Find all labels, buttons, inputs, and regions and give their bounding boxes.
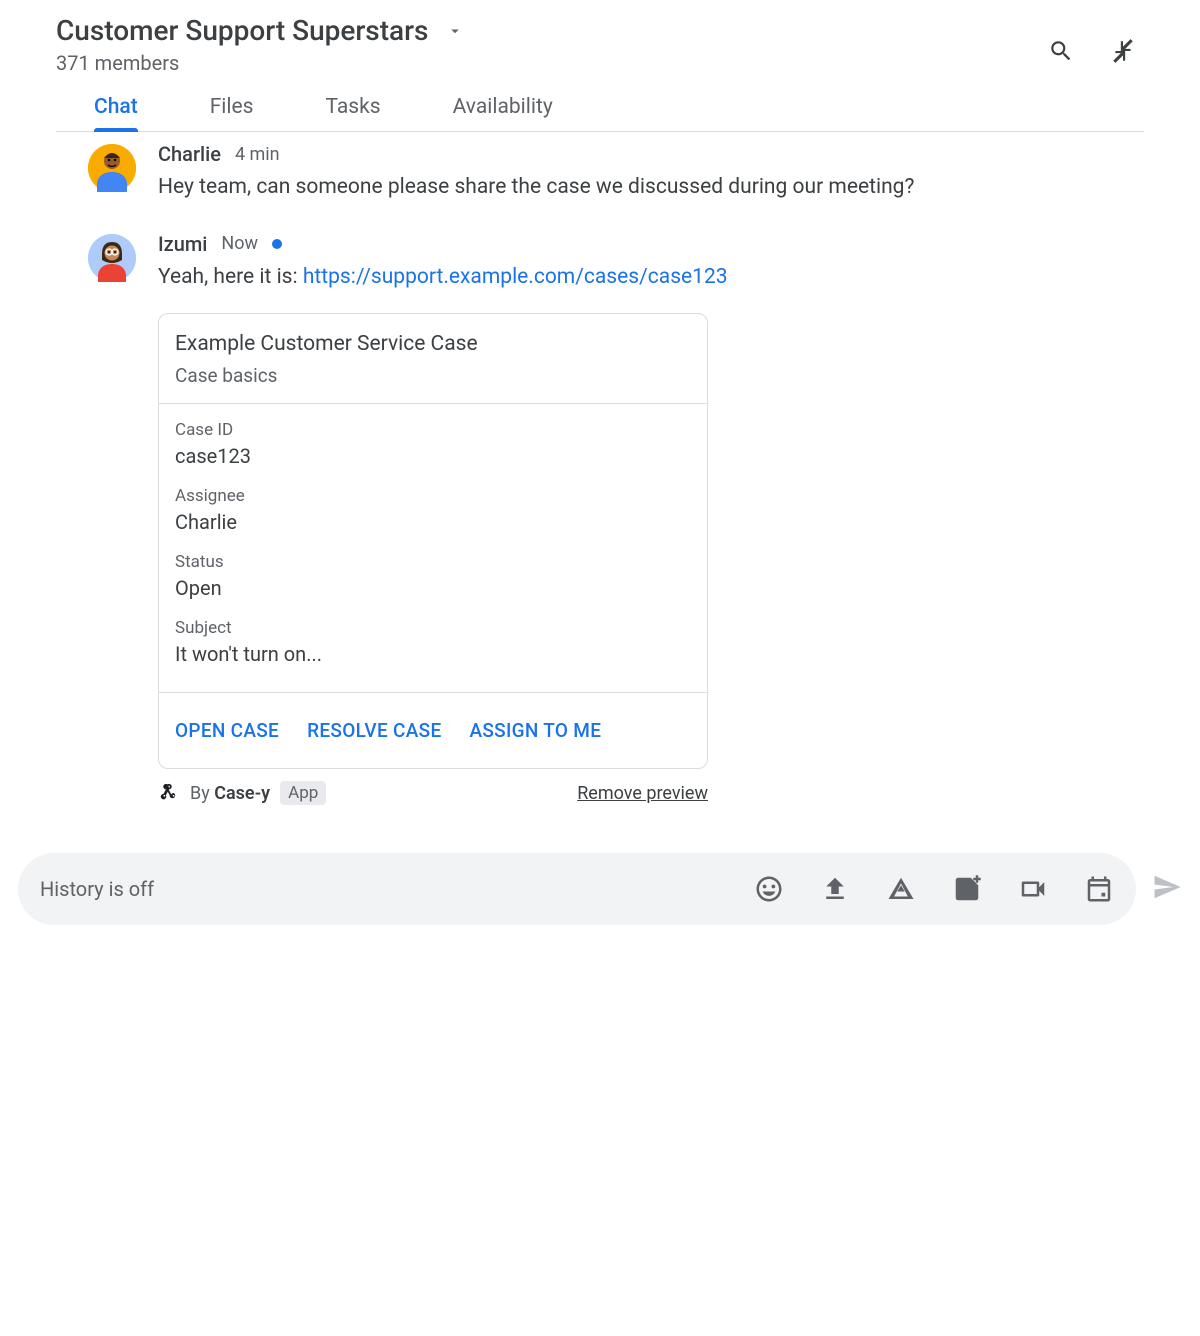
message: Izumi Now Yeah, here it is: https://supp… — [88, 232, 1144, 806]
field-value: Open — [175, 576, 691, 600]
field-value: It won't turn on... — [175, 642, 691, 666]
card-field: Case ID case123 — [175, 420, 691, 468]
message: Charlie 4 min Hey team, can someone plea… — [88, 142, 1144, 204]
search-icon[interactable] — [1048, 38, 1074, 64]
field-label: Status — [175, 552, 691, 572]
tab-files[interactable]: Files — [210, 95, 254, 131]
drive-icon[interactable] — [886, 874, 916, 904]
field-label: Subject — [175, 618, 691, 638]
create-doc-icon[interactable] — [952, 874, 982, 904]
member-count: 371 members — [56, 51, 464, 75]
message-time: 4 min — [235, 144, 280, 165]
open-case-button[interactable]: OPEN CASE — [175, 719, 279, 742]
tab-availability[interactable]: Availability — [453, 95, 553, 131]
remove-preview-button[interactable]: Remove preview — [577, 783, 708, 804]
message-text: Yeah, here it is: https://support.exampl… — [158, 262, 1144, 294]
composer-placeholder: History is off — [40, 877, 754, 901]
resolve-case-button[interactable]: RESOLVE CASE — [307, 719, 441, 742]
card-title: Example Customer Service Case — [175, 332, 691, 356]
app-badge: App — [280, 781, 326, 805]
calendar-icon[interactable] — [1084, 874, 1114, 904]
message-author: Izumi — [158, 232, 207, 256]
avatar — [88, 234, 136, 282]
avatar — [88, 144, 136, 192]
room-title-text: Customer Support Superstars — [56, 14, 428, 47]
unread-dot-icon — [272, 239, 282, 249]
link-preview-card: Example Customer Service Case Case basic… — [158, 313, 708, 769]
send-button[interactable] — [1152, 872, 1182, 906]
webhook-icon — [158, 782, 180, 804]
room-title[interactable]: Customer Support Superstars — [56, 14, 464, 47]
field-label: Case ID — [175, 420, 691, 440]
assign-to-me-button[interactable]: ASSIGN TO ME — [469, 719, 601, 742]
emoji-icon[interactable] — [754, 874, 784, 904]
message-time: Now — [221, 233, 258, 254]
card-field: Status Open — [175, 552, 691, 600]
card-field: Assignee Charlie — [175, 486, 691, 534]
tabs: Chat Files Tasks Availability — [56, 95, 1144, 132]
card-attribution: By Case-y — [190, 783, 270, 804]
card-field: Subject It won't turn on... — [175, 618, 691, 666]
message-composer[interactable]: History is off — [18, 853, 1136, 925]
card-subtitle: Case basics — [175, 364, 691, 387]
tab-tasks[interactable]: Tasks — [326, 95, 381, 131]
chevron-down-icon — [446, 22, 464, 40]
video-icon[interactable] — [1018, 874, 1048, 904]
tab-chat[interactable]: Chat — [94, 95, 138, 131]
field-value: Charlie — [175, 510, 691, 534]
field-label: Assignee — [175, 486, 691, 506]
case-link[interactable]: https://support.example.com/cases/case12… — [303, 265, 728, 289]
field-value: case123 — [175, 444, 691, 468]
collapse-icon[interactable] — [1110, 38, 1136, 64]
upload-icon[interactable] — [820, 874, 850, 904]
message-author: Charlie — [158, 142, 221, 166]
message-text: Hey team, can someone please share the c… — [158, 172, 1144, 204]
